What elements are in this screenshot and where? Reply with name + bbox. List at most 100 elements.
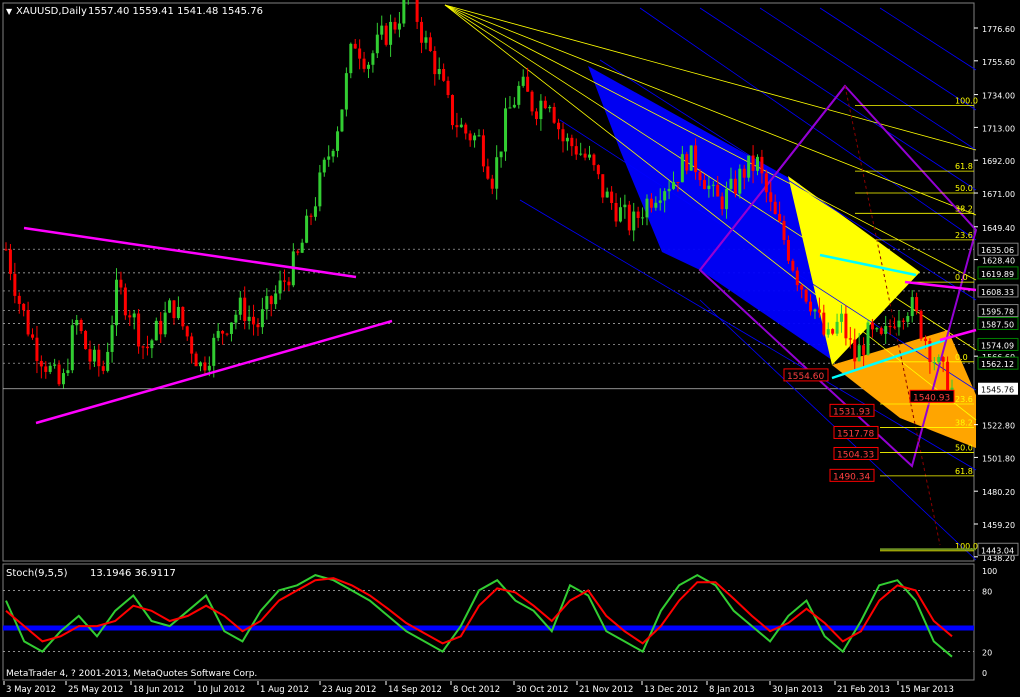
candle-body: [154, 320, 158, 341]
candle-body: [92, 349, 96, 362]
candle-body: [893, 326, 897, 328]
candle-body: [698, 172, 702, 181]
candle-body: [252, 316, 256, 325]
candle-body: [274, 293, 278, 305]
candle-body: [190, 336, 194, 354]
candle-body: [278, 280, 282, 294]
price-level-text: 1595.78: [981, 308, 1014, 317]
candle-body: [791, 260, 795, 271]
candle-body: [137, 313, 141, 347]
date-tick-label: 21 Feb 2013: [837, 685, 890, 695]
price-level-badge: 1574.09: [977, 337, 1019, 351]
fib-level-label: 38.2: [955, 418, 973, 427]
candle-body: [101, 366, 105, 371]
price-level-text: 1635.06: [981, 246, 1014, 255]
candle-body: [552, 106, 556, 123]
candle-body: [464, 124, 468, 134]
candle-body: [31, 334, 35, 338]
candle-body: [857, 345, 861, 362]
date-tick-label: 25 May 2012: [68, 685, 123, 695]
candle-body: [627, 204, 631, 231]
price-tick-label: 1692.00: [982, 157, 1015, 166]
candle-body: [561, 129, 565, 142]
candle-body: [685, 154, 689, 171]
candle-body: [269, 296, 273, 305]
support-label: 1531.93: [829, 403, 875, 417]
candle-body: [327, 156, 331, 160]
candle-body: [760, 156, 764, 174]
candle-body: [318, 172, 322, 207]
candle-body: [844, 313, 848, 339]
candle-body: [13, 273, 17, 296]
date-tick-label: 13 Dec 2012: [644, 685, 698, 695]
candle-body: [35, 337, 39, 361]
candle-body: [534, 111, 538, 120]
current-price-badge: 1545.76: [978, 382, 1018, 395]
candle-body: [415, 0, 419, 22]
candle-body: [296, 251, 300, 253]
fib-level-label: 50.0: [955, 443, 973, 452]
candle-body: [521, 76, 525, 86]
candle-body: [238, 297, 242, 315]
candle-body: [901, 320, 905, 322]
candle-body: [282, 280, 286, 282]
candle-body: [786, 239, 790, 261]
candle-body: [256, 324, 260, 328]
candle-body: [835, 321, 839, 334]
candle-body: [194, 353, 198, 367]
candle-body: [716, 184, 720, 197]
stoch-level-label: 100: [982, 567, 997, 576]
candle-body: [349, 43, 353, 74]
candle-body: [941, 357, 945, 362]
candle-body: [366, 64, 370, 69]
candle-body: [446, 80, 450, 96]
candle-body: [645, 198, 649, 218]
candle-body: [88, 349, 92, 362]
candle-body: [747, 155, 751, 178]
candle-body: [402, 0, 406, 24]
candle-body: [48, 365, 52, 372]
ohlc-values: 1557.40 1559.41 1541.48 1545.76: [88, 6, 263, 17]
candle-body: [468, 133, 472, 141]
candle-body: [420, 21, 424, 43]
candle-body: [340, 109, 344, 132]
candle-body: [565, 137, 569, 142]
date-tick-label: 21 Nov 2012: [579, 685, 633, 695]
candle-body: [676, 182, 680, 184]
candle-body: [353, 43, 357, 49]
stoch-level-label: 0: [982, 669, 987, 678]
price-chart[interactable]: 100.0 61.8 50.0 38.2 23.6 0.0 0.0 23.6 38.2 50.0 6…: [0, 0, 1020, 697]
candle-body: [738, 168, 742, 194]
candle-body: [221, 331, 225, 334]
stoch-level-label: 80: [982, 587, 992, 596]
support-label-text: 1531.93: [833, 407, 870, 417]
candle-body: [755, 156, 759, 171]
stoch-values: 13.1946 36.9117: [90, 568, 176, 579]
candle-body: [371, 53, 375, 65]
candle-body: [733, 178, 737, 194]
dropdown-arrow-icon[interactable]: ▼: [6, 7, 13, 16]
candle-body: [583, 153, 587, 158]
candle-body: [380, 25, 384, 35]
support-label: 1554.60: [783, 368, 829, 382]
candle-body: [53, 364, 57, 366]
candle-body: [610, 191, 614, 203]
candle-body: [570, 137, 574, 147]
candle-body: [106, 351, 110, 371]
candle-body: [623, 204, 627, 208]
support-label-text: 1490.34: [833, 472, 870, 482]
date-tick-label: 1 Aug 2012: [260, 685, 309, 695]
support-label-text: 1554.60: [787, 372, 824, 382]
candle-body: [39, 360, 43, 367]
candle-body: [8, 249, 12, 274]
price-level-badge: 1635.06: [977, 242, 1019, 256]
candle-body: [839, 313, 843, 322]
candle-body: [168, 300, 172, 313]
candle-body: [234, 314, 238, 323]
candle-body: [428, 37, 432, 51]
candle-body: [141, 346, 145, 348]
candle-body: [795, 270, 799, 286]
candle-body: [486, 166, 490, 179]
candle-body: [4, 249, 8, 251]
candle-body: [397, 23, 401, 30]
